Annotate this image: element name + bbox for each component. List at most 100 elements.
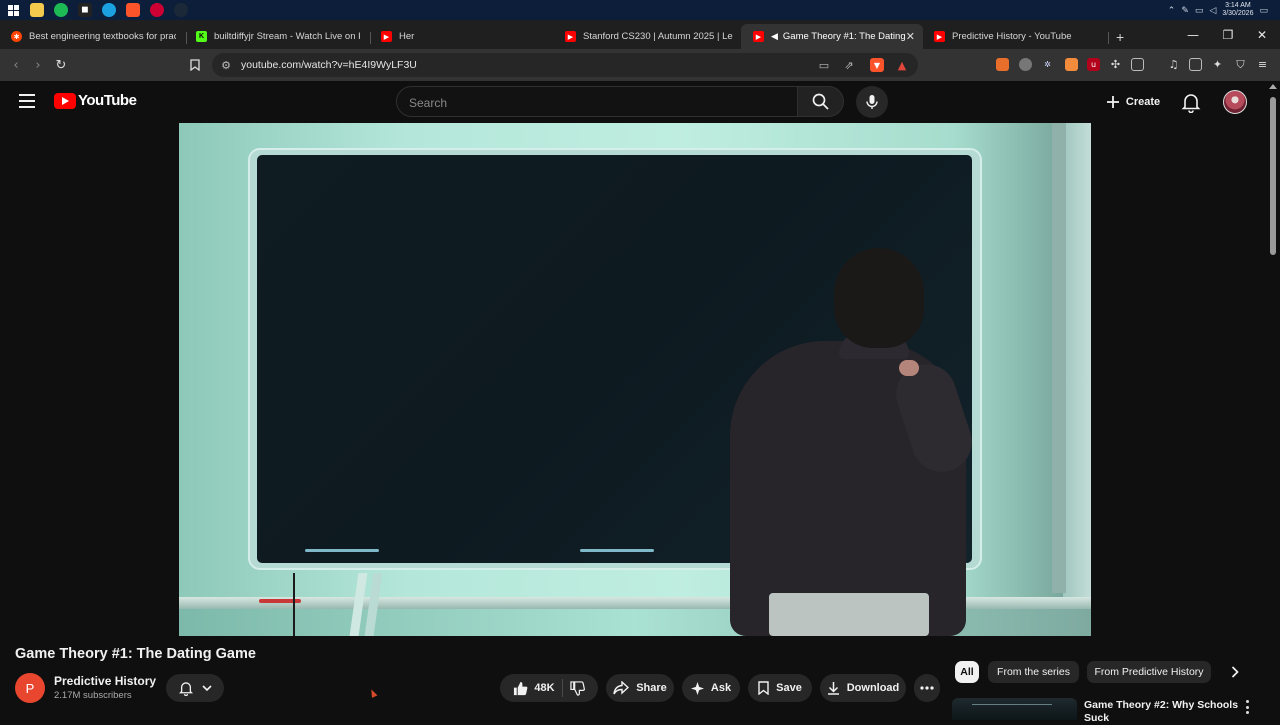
extension-fox-icon[interactable] bbox=[996, 58, 1009, 71]
chevron-up-icon[interactable]: ⌃ bbox=[1168, 5, 1176, 16]
video-frame-board-light bbox=[580, 549, 654, 552]
youtube-icon: ▶ bbox=[381, 31, 392, 42]
clock[interactable]: 3:14 AM 3/30/2026 bbox=[1222, 2, 1253, 18]
search-input[interactable]: Search bbox=[396, 86, 798, 117]
search-placeholder: Search bbox=[409, 96, 448, 110]
cast-icon[interactable]: ▭ bbox=[817, 58, 831, 72]
rewards-icon[interactable]: ▲ bbox=[895, 58, 909, 72]
chevron-right-icon bbox=[1231, 666, 1239, 678]
spotify-icon[interactable] bbox=[54, 3, 68, 17]
chips-next-button[interactable] bbox=[1224, 661, 1246, 683]
search-button[interactable] bbox=[798, 86, 844, 117]
youtube-logo[interactable]: YouTube bbox=[54, 92, 137, 109]
chip-from-the-series[interactable]: From the series bbox=[988, 661, 1079, 683]
voice-search-button[interactable] bbox=[856, 86, 888, 118]
vpn-icon[interactable]: ⛉ bbox=[1234, 58, 1247, 71]
clock-date: 3/30/2026 bbox=[1222, 10, 1254, 17]
address-bar[interactable]: ⚙ youtube.com/watch?v=hE4I9WyLF3U ▭ ⇗ ▼ … bbox=[212, 53, 918, 77]
save-button[interactable]: Save bbox=[748, 674, 812, 702]
extension-ublock-icon[interactable]: u bbox=[1087, 58, 1100, 71]
notification-icon[interactable]: ▭ bbox=[1259, 5, 1268, 16]
tab-kick[interactable]: K builtdiffyjr Stream - Watch Live on Ki bbox=[196, 24, 360, 49]
recommendation-title[interactable]: Game Theory #2: Why Schools Suck bbox=[1084, 699, 1244, 725]
subscribed-notifications-button[interactable] bbox=[166, 674, 224, 702]
youtube-icon: ▶ bbox=[934, 31, 945, 42]
tab-her[interactable]: ▶ Her bbox=[381, 24, 551, 49]
like-button[interactable]: 48K bbox=[513, 681, 555, 696]
notifications-button[interactable] bbox=[1180, 91, 1202, 114]
extension-puzzle-icon[interactable]: ✣ bbox=[1109, 58, 1122, 71]
video-frame-lecturer-hand bbox=[899, 360, 919, 376]
tab-game-theory[interactable]: ▶ ◀ Game Theory #1: The Dating ✕ bbox=[741, 24, 923, 49]
music-icon[interactable]: ♫ bbox=[1167, 58, 1180, 71]
create-label: Create bbox=[1125, 96, 1161, 108]
clock-time: 3:14 AM bbox=[1225, 2, 1251, 9]
url-text[interactable]: youtube.com/watch?v=hE4I9WyLF3U bbox=[241, 59, 417, 71]
chip-from-predictive-history[interactable]: From Predictive History bbox=[1087, 661, 1211, 683]
video-frame-lecturer-head bbox=[834, 248, 924, 348]
share-icon[interactable]: ⇗ bbox=[842, 58, 856, 72]
account-avatar[interactable] bbox=[1223, 90, 1247, 114]
microphone-icon bbox=[866, 95, 878, 109]
dislike-button[interactable] bbox=[569, 680, 585, 696]
chip-all[interactable]: All bbox=[955, 661, 979, 683]
app-icon[interactable]: ◼ bbox=[78, 3, 92, 17]
video-title: Game Theory #1: The Dating Game bbox=[15, 646, 256, 662]
bookmark-icon[interactable] bbox=[187, 57, 203, 73]
share-button[interactable]: Share bbox=[606, 674, 674, 702]
system-tray: ⌃ ✎ ▭ ◁ 3:14 AM 3/30/2026 ▭ bbox=[1168, 0, 1268, 20]
scrollbar-thumb[interactable] bbox=[1270, 97, 1276, 255]
file-explorer-icon[interactable] bbox=[30, 3, 44, 17]
plus-icon bbox=[1106, 96, 1119, 108]
edge-icon[interactable] bbox=[102, 3, 116, 17]
extension-circle-icon[interactable] bbox=[1019, 58, 1032, 71]
wallet-icon[interactable] bbox=[1189, 58, 1202, 71]
battery-icon[interactable]: ▭ bbox=[1195, 5, 1204, 16]
like-count: 48K bbox=[534, 682, 555, 694]
site-info-icon[interactable]: ⚙ bbox=[219, 58, 233, 72]
brave-shield-icon[interactable]: ▼ bbox=[870, 58, 884, 72]
page-scrollbar[interactable] bbox=[1266, 81, 1280, 720]
forward-icon[interactable]: › bbox=[30, 57, 46, 73]
reload-icon[interactable]: ↻ bbox=[53, 57, 69, 73]
extension-scan-icon[interactable] bbox=[1131, 58, 1144, 71]
tab-predictive-history[interactable]: ▶ Predictive History - YouTube bbox=[934, 24, 1104, 49]
brave-icon[interactable] bbox=[126, 3, 140, 17]
close-icon[interactable]: ✕ bbox=[906, 30, 915, 43]
video-player[interactable] bbox=[179, 123, 1091, 636]
tab-stanford[interactable]: ▶ Stanford CS230 | Autumn 2025 | Lectu bbox=[565, 24, 733, 49]
scroll-up-icon[interactable] bbox=[1269, 84, 1277, 89]
extension-gear-icon[interactable]: ✲ bbox=[1041, 58, 1054, 71]
leo-ai-icon[interactable]: ✦ bbox=[1211, 58, 1224, 71]
guide-menu-icon[interactable] bbox=[19, 94, 35, 108]
create-button[interactable]: Create bbox=[1098, 88, 1168, 116]
menu-icon[interactable]: ≡ bbox=[1256, 58, 1269, 71]
download-label: Download bbox=[846, 682, 900, 694]
pen-icon[interactable]: ✎ bbox=[1181, 5, 1189, 16]
reddit-icon: ✱ bbox=[11, 31, 22, 42]
recommendation-thumbnail[interactable] bbox=[952, 698, 1077, 720]
back-icon[interactable]: ‹ bbox=[8, 57, 24, 73]
ask-label: Ask bbox=[710, 682, 732, 694]
steam-icon[interactable] bbox=[174, 3, 188, 17]
windows-icon[interactable] bbox=[6, 3, 20, 17]
ask-button[interactable]: Ask bbox=[682, 674, 740, 702]
recommendation-menu-icon[interactable] bbox=[1242, 700, 1252, 714]
record-icon[interactable] bbox=[150, 3, 164, 17]
channel-name[interactable]: Predictive History bbox=[54, 674, 156, 688]
new-tab-button[interactable]: + bbox=[1116, 24, 1130, 49]
like-divider bbox=[561, 679, 563, 697]
download-button[interactable]: Download bbox=[820, 674, 906, 702]
close-window-button[interactable]: ✕ bbox=[1245, 20, 1279, 49]
tab-reddit[interactable]: ✱ Best engineering textbooks for practi bbox=[11, 24, 176, 49]
search-icon bbox=[812, 93, 829, 110]
kick-icon: K bbox=[196, 31, 207, 42]
minimize-button[interactable]: — bbox=[1176, 20, 1210, 49]
speaker-icon[interactable]: ◁ bbox=[1209, 5, 1216, 16]
video-frame-door bbox=[1052, 123, 1066, 593]
restore-button[interactable]: ❐ bbox=[1211, 20, 1245, 49]
channel-avatar[interactable]: P bbox=[15, 673, 45, 703]
more-actions-button[interactable] bbox=[914, 674, 940, 702]
tab-label: Best engineering textbooks for practi bbox=[29, 31, 176, 42]
extension-rocket-icon[interactable] bbox=[1065, 58, 1078, 71]
